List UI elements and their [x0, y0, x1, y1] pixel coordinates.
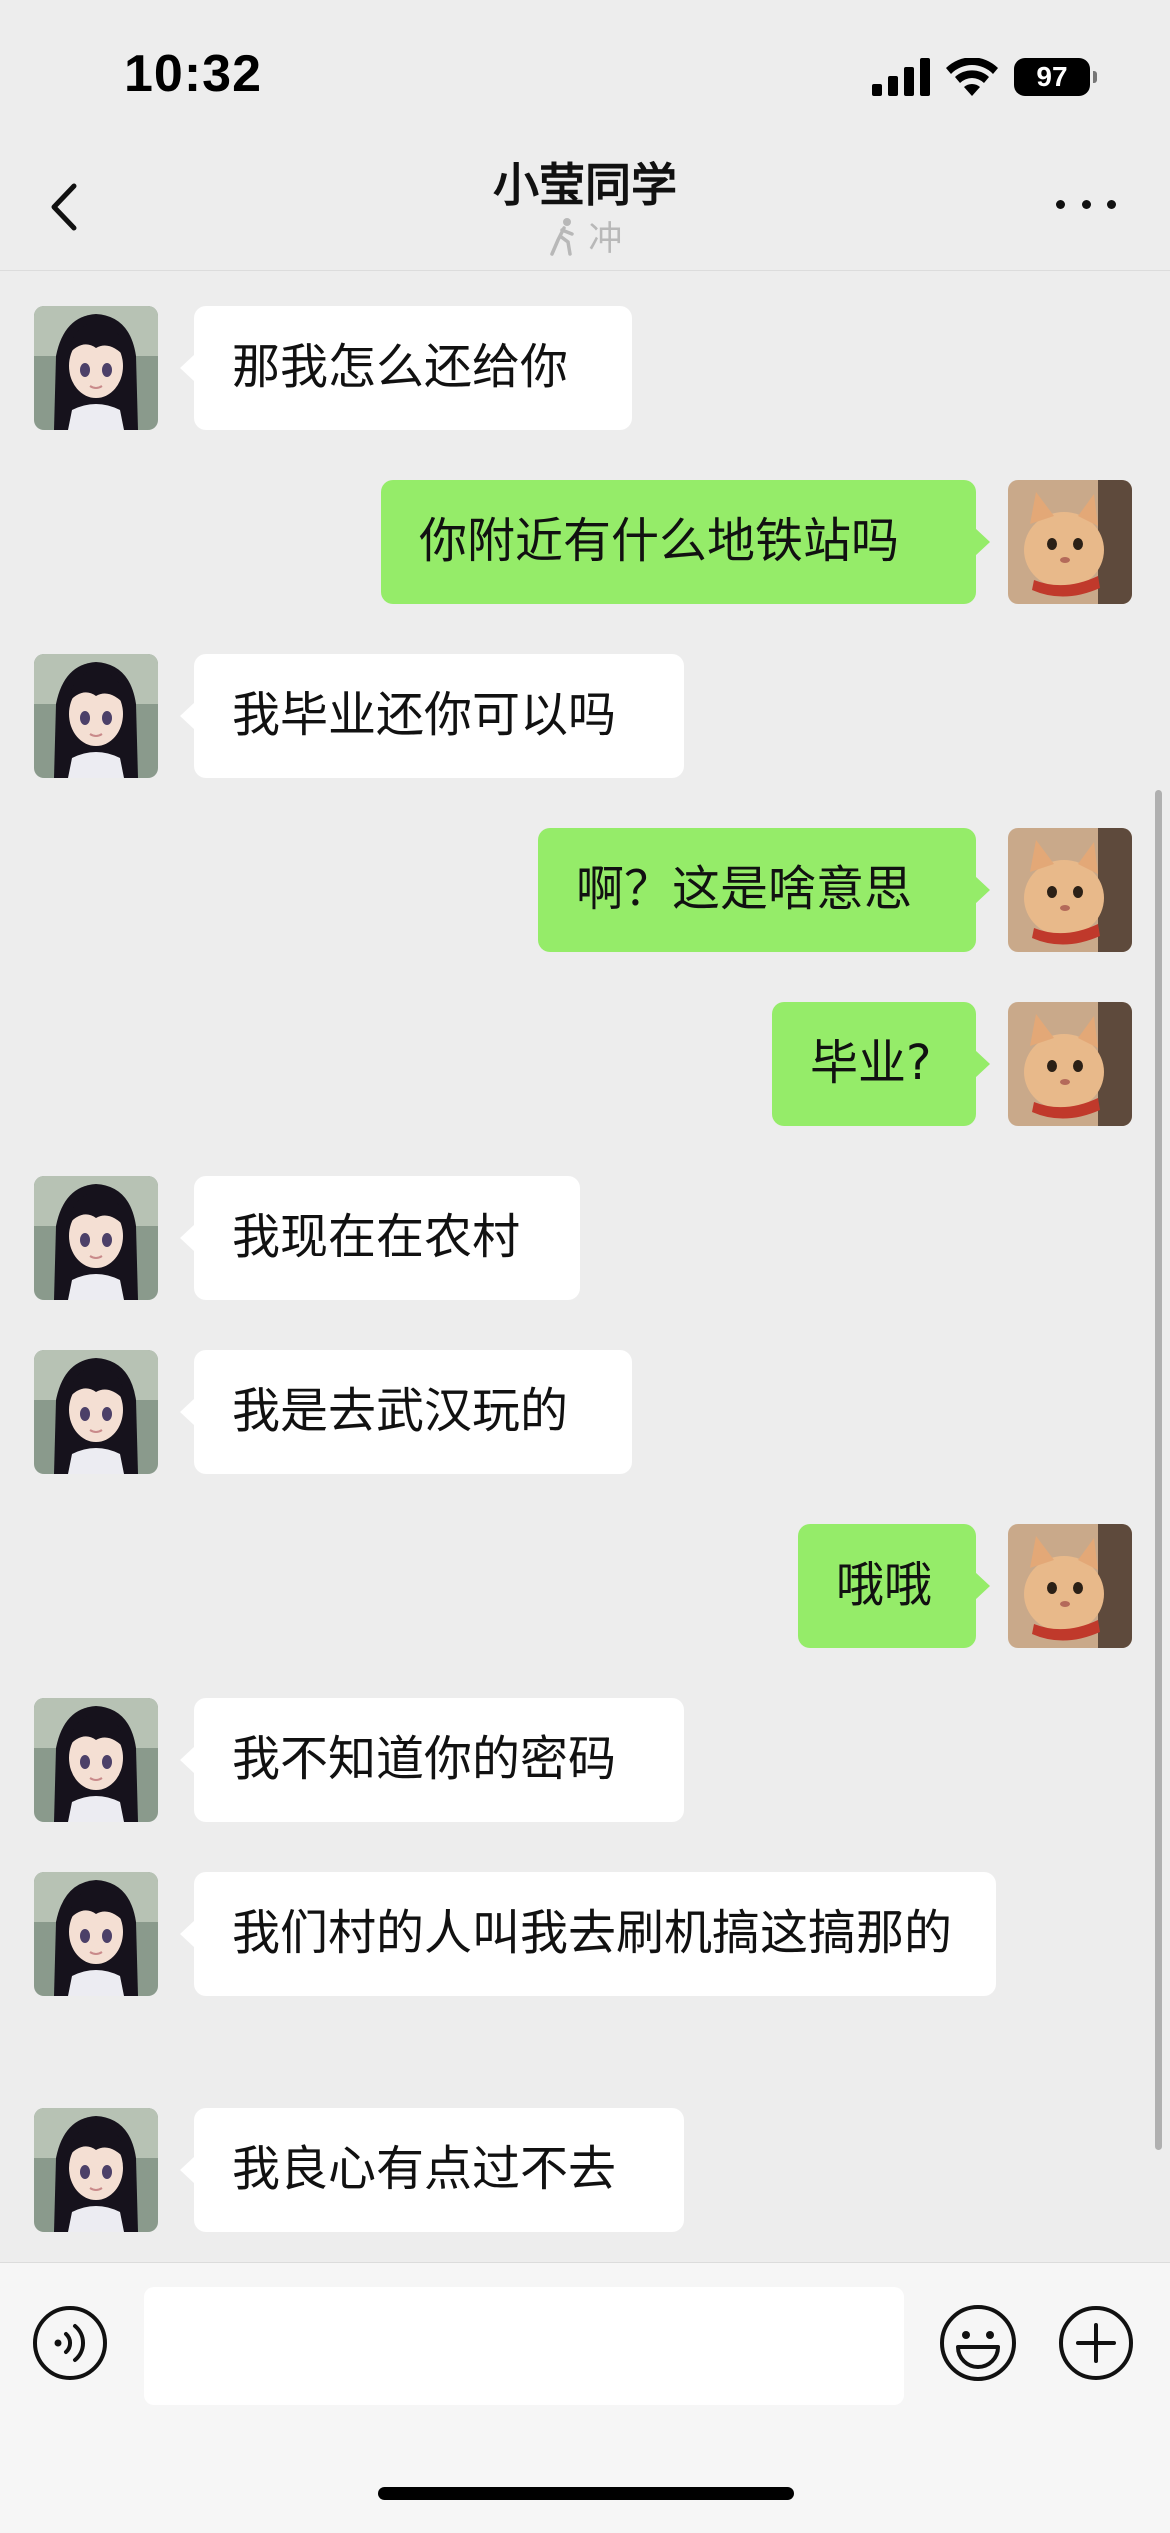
- user-avatar[interactable]: [1008, 828, 1132, 952]
- contact-status: 冲: [0, 216, 1170, 261]
- contact-avatar[interactable]: [34, 2108, 158, 2232]
- battery-icon: 97: [1014, 58, 1097, 96]
- message-bubble[interactable]: 我良心有点过不去: [180, 2108, 684, 2232]
- message-bubble[interactable]: 你附近有什么地铁站吗: [381, 480, 990, 604]
- voice-icon[interactable]: [32, 2305, 108, 2381]
- message-bubble[interactable]: 那我怎么还给你: [180, 306, 632, 430]
- scrollbar[interactable]: [1155, 790, 1162, 2150]
- message-bubble[interactable]: 哦哦: [798, 1524, 990, 1648]
- message-bubble[interactable]: 我现在在农村: [180, 1176, 580, 1300]
- message-bubble[interactable]: 啊？这是啥意思: [538, 828, 990, 952]
- contact-avatar[interactable]: [34, 1872, 158, 1996]
- running-person-icon: [549, 218, 574, 256]
- message-bubble[interactable]: 我不知道你的密码: [180, 1698, 684, 1822]
- message-bubble[interactable]: 我毕业还你可以吗: [180, 654, 684, 778]
- message-bubble[interactable]: 我们村的人叫我去刷机搞这搞那的: [180, 1872, 996, 1996]
- plus-icon[interactable]: [1058, 2305, 1134, 2381]
- chat-header: 小莹同学 冲: [0, 150, 1170, 271]
- user-avatar[interactable]: [1008, 1002, 1132, 1126]
- status-time: 10:32: [124, 45, 262, 103]
- battery-level: 97: [1036, 61, 1068, 92]
- contact-avatar[interactable]: [34, 1350, 158, 1474]
- contact-avatar[interactable]: [34, 306, 158, 430]
- contact-status-text: 冲: [588, 219, 623, 259]
- contact-avatar[interactable]: [34, 1698, 158, 1822]
- status-icons: 97: [872, 52, 1097, 102]
- chat-title[interactable]: 小莹同学: [0, 150, 1170, 220]
- message-input[interactable]: [144, 2287, 904, 2405]
- contact-avatar[interactable]: [34, 654, 158, 778]
- status-bar: 10:32 97: [0, 0, 1170, 150]
- emoji-icon[interactable]: [938, 2303, 1018, 2383]
- user-avatar[interactable]: [1008, 480, 1132, 604]
- signal-icon: [872, 58, 930, 96]
- more-dots-icon[interactable]: [1056, 194, 1116, 214]
- contact-avatar[interactable]: [34, 1176, 158, 1300]
- user-avatar[interactable]: [1008, 1524, 1132, 1648]
- message-bubble[interactable]: 我是去武汉玩的: [180, 1350, 632, 1474]
- home-indicator[interactable]: [378, 2487, 794, 2500]
- message-bubble[interactable]: 毕业?: [772, 1002, 990, 1126]
- wifi-icon: [946, 58, 998, 96]
